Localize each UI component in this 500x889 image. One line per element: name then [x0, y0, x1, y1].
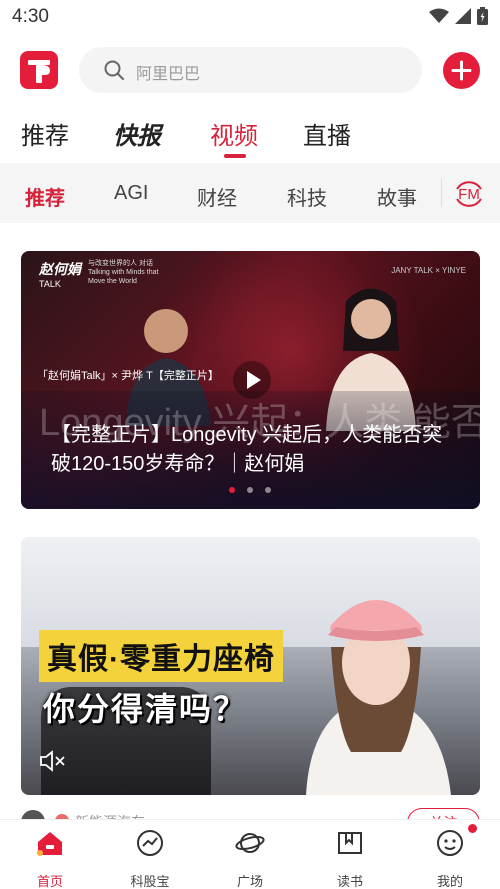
bottom-nav: 首页 科股宝 广场 读书 我的 [0, 819, 500, 889]
tab-video[interactable]: 视频 [210, 116, 258, 151]
nav-stock[interactable]: 科股宝 [110, 828, 190, 889]
talk-logo: 赵何娟 TALK [39, 259, 81, 289]
book-icon [338, 832, 362, 854]
play-icon [247, 371, 261, 389]
main-tabs: 推荐 快报 视频 直播 [0, 116, 500, 160]
tab-live[interactable]: 直播 [303, 116, 351, 151]
active-tab-indicator [224, 154, 246, 158]
carousel-dot[interactable] [229, 487, 235, 493]
talk-logo-title: 赵何娟 [39, 261, 81, 277]
carousel-dots [229, 487, 271, 493]
subtab-story[interactable]: 故事 [377, 182, 417, 211]
carousel-dot[interactable] [247, 487, 253, 493]
nav-square[interactable]: 广场 [210, 828, 290, 889]
carousel-dot[interactable] [265, 487, 271, 493]
battery-icon [477, 7, 488, 25]
search-input[interactable]: 阿里巴巴 [136, 60, 200, 84]
plus-icon [451, 60, 472, 81]
mute-icon [40, 750, 65, 772]
subtab-divider [441, 179, 442, 207]
status-time: 4:30 [12, 6, 49, 27]
fm-button[interactable]: FM [452, 177, 486, 211]
corner-brand: JANY TALK × YINYE [391, 266, 466, 275]
sub-tabs: 推荐 AGI 财经 科技 故事 FM [0, 163, 500, 223]
profile-icon [437, 830, 463, 856]
nav-stock-label: 科股宝 [130, 874, 170, 889]
tab-flash[interactable]: 快报 [113, 116, 161, 151]
subtab-recommend[interactable]: 推荐 [25, 182, 65, 211]
tab-recommend[interactable]: 推荐 [21, 116, 69, 151]
card-tagline: 与改变世界的人 对话 Talking with Minds that Move … [88, 260, 159, 285]
subtab-tech[interactable]: 科技 [287, 182, 327, 211]
trend-icon [137, 830, 163, 856]
subtab-finance[interactable]: 财经 [197, 182, 237, 211]
logo-t-icon [28, 60, 50, 83]
wifi-icon [429, 8, 449, 23]
nav-profile-label: 我的 [436, 874, 463, 889]
video-headline-top: 真假·零重力座椅 [39, 630, 283, 682]
screen: 4:30 阿里巴巴 推荐 快报 视频 直播 推荐 AGI 财经 科技 故事 FM… [0, 0, 500, 889]
guest-caption: 「赵何娟Talk」× 尹烨 T【完整正片】 [37, 370, 219, 382]
nav-square-label: 广场 [236, 874, 263, 889]
video-card-talk[interactable]: 赵何娟 TALK 与改变世界的人 对话 Talking with Minds t… [21, 251, 480, 509]
talk-logo-sub: TALK [39, 279, 61, 289]
presenter-figure [306, 600, 451, 795]
search-bar[interactable]: 阿里巴巴 [79, 47, 422, 93]
fm-label: FM [458, 186, 480, 203]
app-header: 阿里巴巴 [0, 46, 500, 94]
play-button[interactable] [233, 361, 271, 399]
subtab-agi[interactable]: AGI [114, 182, 148, 205]
home-icon [37, 832, 62, 856]
notification-dot [468, 824, 477, 833]
signal-icon [455, 8, 471, 24]
mute-button[interactable] [39, 749, 67, 778]
fm-icon: FM [456, 181, 482, 207]
planet-icon [235, 833, 265, 853]
status-bar: 4:30 [0, 0, 500, 34]
video-title[interactable]: 【完整正片】Longevity 兴起后，人类能否突破120-150岁寿命？｜赵何… [51, 421, 451, 479]
nav-home[interactable]: 首页 [10, 828, 90, 889]
nav-books[interactable]: 读书 [310, 828, 390, 889]
video-card-seat[interactable]: 真假·零重力座椅 你分得清吗？ [21, 537, 480, 795]
nav-books-label: 读书 [336, 874, 363, 889]
video-headline-bottom: 你分得清吗？ [43, 691, 248, 727]
nav-home-label: 首页 [36, 874, 63, 889]
add-button[interactable] [443, 52, 480, 89]
search-icon [104, 60, 124, 80]
app-logo[interactable] [20, 51, 58, 89]
nav-profile[interactable]: 我的 [410, 828, 490, 889]
status-icons [429, 7, 488, 25]
